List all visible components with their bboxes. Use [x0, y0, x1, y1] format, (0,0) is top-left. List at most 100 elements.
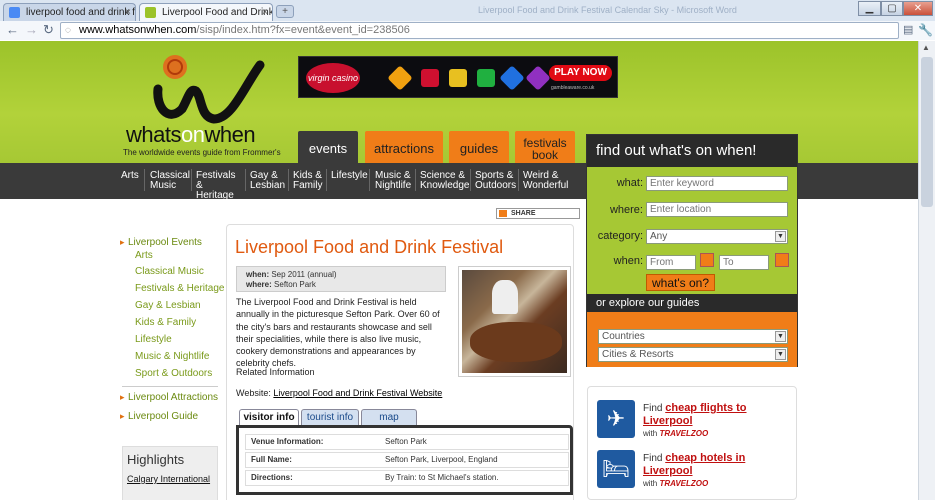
divider: [470, 169, 471, 191]
calendar-icon[interactable]: [700, 253, 714, 267]
subnav-music-nightlife[interactable]: Music & Nightlife: [375, 171, 415, 191]
category-label: category:: [597, 230, 643, 242]
page-icon: ◌: [65, 25, 71, 36]
calendar-icon[interactable]: [775, 253, 789, 267]
share-button[interactable]: SHARE: [496, 208, 580, 219]
tab-tourist-info[interactable]: tourist info: [301, 409, 359, 425]
new-tab-button[interactable]: +: [276, 5, 294, 18]
explore-guides-panel: Countries ▼ Cities & Resorts ▼: [587, 312, 797, 367]
cities-select[interactable]: Cities & Resorts ▼: [598, 347, 788, 362]
tab-visitor-info[interactable]: visitor info: [239, 409, 299, 425]
countries-value: Countries: [602, 331, 645, 342]
navigation-bar: ← → ↻ ◌ www.whatsonwhen.com/sisp/index.h…: [0, 21, 935, 40]
leftnav-item[interactable]: Festivals & Heritage: [135, 283, 224, 294]
forward-arrow-icon[interactable]: →: [25, 23, 38, 37]
banner-footer: gambleaware.co.uk: [551, 85, 595, 91]
row-key: Venue Information:: [251, 437, 324, 446]
scrollbar-thumb[interactable]: [921, 57, 933, 207]
vertical-scrollbar[interactable]: ▲: [918, 41, 935, 500]
play-now-button[interactable]: PLAY NOW: [549, 65, 612, 81]
leftnav-item[interactable]: Lifestyle: [135, 334, 172, 345]
address-bar[interactable]: ◌ www.whatsonwhen.com/sisp/index.htm?fx=…: [60, 22, 899, 39]
leftnav-item[interactable]: Music & Nightlife: [135, 351, 209, 362]
event-photo[interactable]: [458, 266, 571, 377]
highlight-link[interactable]: Calgary International: [127, 474, 210, 484]
close-tab-icon[interactable]: ×: [262, 4, 268, 21]
browser-chrome: liverpool food and drink f... × Liverpoo…: [0, 0, 935, 40]
page-menu-icon[interactable]: ▤: [903, 23, 913, 37]
website-link[interactable]: Liverpool Food and Drink Festival Websit…: [273, 388, 442, 398]
subnav-classical-music[interactable]: Classical Music: [150, 171, 190, 191]
promo-prefix: Find: [643, 453, 663, 464]
leftnav-liverpool-guide[interactable]: Liverpool Guide: [120, 411, 198, 422]
when-value: Sep 2011 (annual): [271, 270, 337, 279]
date-from-input[interactable]: [646, 255, 696, 270]
divider: [191, 169, 192, 191]
back-arrow-icon[interactable]: ←: [6, 23, 19, 37]
tab-map[interactable]: map: [361, 409, 417, 425]
gem-icon: [421, 69, 439, 87]
logo-on: on: [180, 122, 205, 147]
leftnav-liverpool-attractions[interactable]: Liverpool Attractions: [120, 392, 218, 403]
cheap-hotels-promo: 🛏 Find cheap hotels in Liverpool with TR…: [597, 450, 793, 494]
table-row: Full Name: Sefton Park, Liverpool, Englan…: [245, 452, 569, 468]
leftnav-liverpool-events[interactable]: Liverpool Events: [120, 237, 202, 248]
web-page: whatsonwhen The worldwide events guide f…: [0, 41, 918, 500]
with-label: with: [643, 429, 658, 438]
browser-tab[interactable]: liverpool food and drink f... ×: [3, 3, 136, 21]
search-submit-button[interactable]: what's on?: [646, 274, 715, 291]
casino-ad-banner[interactable]: virgin casino PLAY NOW gambleaware.co.uk: [298, 56, 618, 98]
roast-figure: [470, 322, 562, 362]
date-to-input[interactable]: [719, 255, 769, 270]
event-description: The Liverpool Food and Drink Festival is…: [236, 297, 440, 369]
subnav-sports-outdoors[interactable]: Sports & Outdoors: [475, 171, 517, 191]
divider: [122, 386, 218, 387]
category-select[interactable]: Any ▼: [646, 229, 788, 244]
url-path: /sisp/index.htm?fx=event&event_id=238506: [196, 24, 410, 36]
window-title: Liverpool Food and Drink Festival Calend…: [478, 5, 737, 15]
browser-tab-active[interactable]: Liverpool Food and Drink... ×: [139, 3, 273, 22]
site-logo-text[interactable]: whatsonwhen: [126, 122, 256, 148]
tab-attractions[interactable]: attractions: [365, 131, 443, 163]
leftnav-item[interactable]: Classical Music: [135, 266, 204, 277]
gem-icon: [449, 69, 467, 87]
hog-roast-image: [462, 270, 567, 373]
tab-guides[interactable]: guides: [449, 131, 509, 163]
keyword-input[interactable]: [646, 176, 788, 191]
bed-icon: 🛏: [597, 450, 635, 488]
gem-icon: [499, 65, 525, 91]
subnav-kids-family[interactable]: Kids & Family: [293, 171, 325, 191]
airplane-icon: ✈: [597, 400, 635, 438]
close-tab-icon[interactable]: ×: [125, 4, 131, 21]
leftnav-item[interactable]: Kids & Family: [135, 317, 196, 328]
maximize-button[interactable]: ▢: [881, 1, 903, 16]
page-title: Liverpool Food and Drink Festival: [235, 237, 504, 257]
travelzoo-logo: TRAVELZOO: [659, 479, 709, 488]
leftnav-item[interactable]: Sport & Outdoors: [135, 368, 212, 379]
leftnav-item[interactable]: Gay & Lesbian: [135, 300, 201, 311]
scroll-up-icon[interactable]: ▲: [922, 43, 930, 52]
chevron-down-icon: ▼: [775, 331, 786, 342]
wrench-icon[interactable]: 🔧: [918, 23, 933, 37]
row-value: Sefton Park, Liverpool, England: [385, 455, 498, 464]
tab-events[interactable]: events: [298, 131, 358, 163]
tagline: The worldwide events guide from Frommer'…: [123, 148, 281, 157]
reload-icon[interactable]: ↻: [43, 23, 54, 37]
leftnav-item[interactable]: Arts: [135, 250, 153, 261]
close-window-button[interactable]: ✕: [903, 1, 933, 16]
subnav-science-knowledge[interactable]: Science & Knowledge: [420, 171, 470, 191]
event-website: Website: Liverpool Food and Drink Festiv…: [236, 388, 442, 398]
tab-festivals-book[interactable]: festivals book: [515, 131, 575, 163]
subnav-gay-lesbian[interactable]: Gay & Lesbian: [250, 171, 288, 191]
explore-heading: or explore our guides: [587, 294, 797, 312]
subnav-weird-wonderful[interactable]: Weird & Wonderful: [523, 171, 573, 191]
subnav-lifestyle[interactable]: Lifestyle: [331, 171, 368, 181]
subnav-arts[interactable]: Arts: [121, 171, 139, 181]
minimize-button[interactable]: ▁: [858, 1, 881, 16]
subnav-festivals-heritage[interactable]: Festivals & Heritage: [196, 171, 242, 201]
chevron-down-icon: ▼: [775, 349, 786, 360]
search-panel-heading: find out what's on when!: [587, 135, 797, 167]
countries-select[interactable]: Countries ▼: [598, 329, 788, 344]
whatsonwhen-logo-icon[interactable]: [148, 47, 268, 129]
location-input[interactable]: [646, 202, 788, 217]
